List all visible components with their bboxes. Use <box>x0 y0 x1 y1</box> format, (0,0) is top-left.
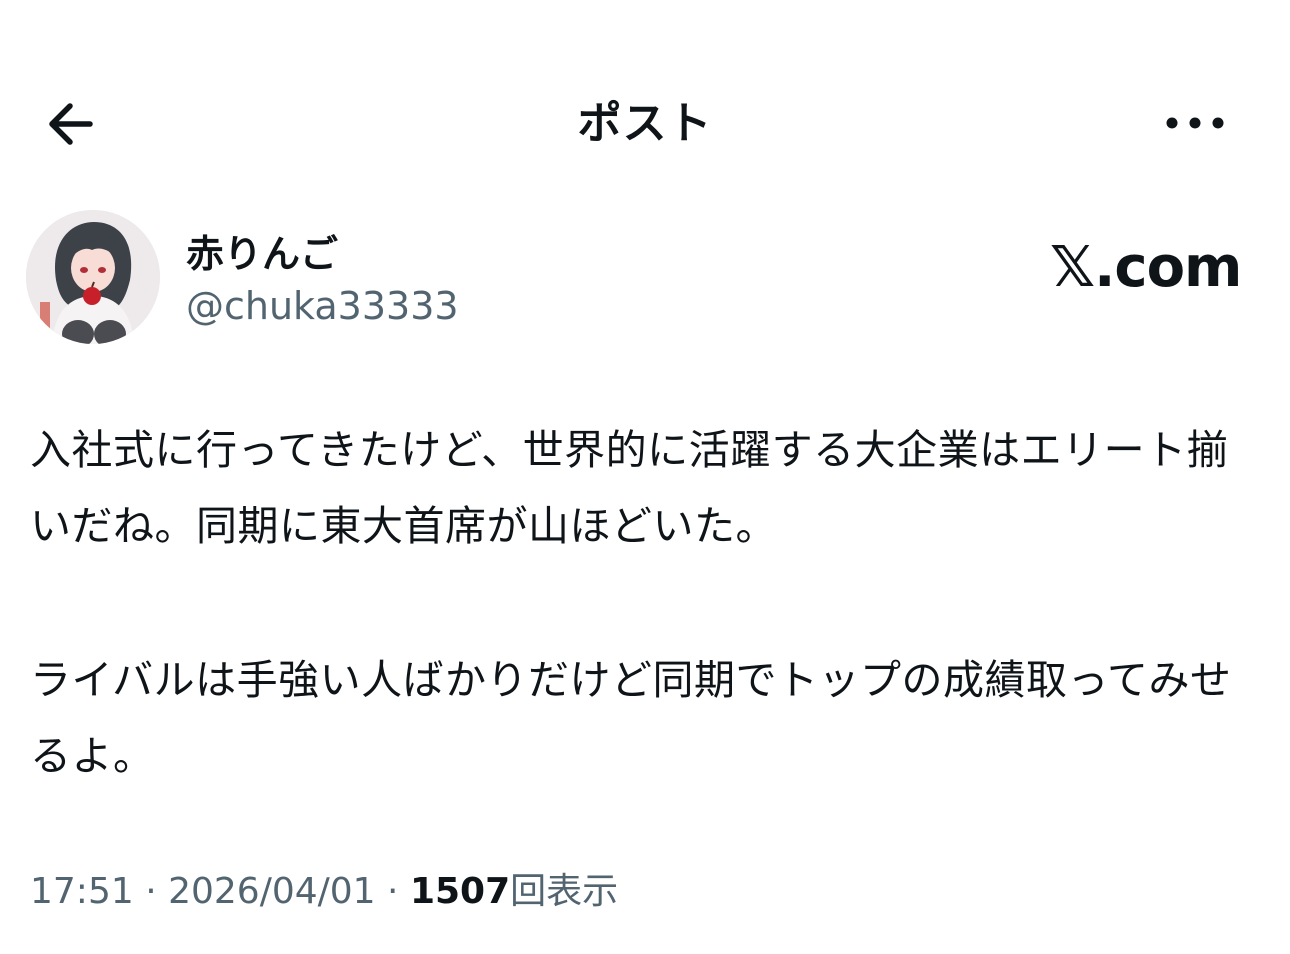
more-options-button[interactable] <box>1160 100 1230 146</box>
post-date[interactable]: 2026/04/01 <box>168 871 376 912</box>
anime-girl-avatar-image <box>26 210 160 344</box>
post-paragraph: ライバルは手強い人ばかりだけど同期でトップの成績取ってみせるよ。 <box>30 656 1232 780</box>
views-count[interactable]: 1507 <box>410 871 510 912</box>
page-title: ポスト <box>577 98 713 149</box>
meta-separator: · <box>133 871 169 912</box>
post-time[interactable]: 17:51 <box>30 871 134 912</box>
top-bar: ポスト <box>0 0 1290 200</box>
post-author: 赤りんご @chuka33333 𝕏.com <box>26 210 1266 350</box>
more-horizontal-icon <box>1166 117 1224 129</box>
avatar[interactable] <box>26 210 160 344</box>
x-com-logo: 𝕏.com <box>1050 235 1242 300</box>
user-handle[interactable]: @chuka33333 <box>186 282 459 330</box>
display-name[interactable]: 赤りんご <box>186 230 338 278</box>
meta-separator: · <box>375 871 410 912</box>
post-metadata: 17:51 · 2026/04/01 · 1507回表示 <box>30 866 618 918</box>
post-text: 入社式に行ってきたけど、世界的に活躍する大企業はエリート揃いだね。同期に東大首席… <box>30 412 1260 872</box>
post-paragraph: 入社式に行ってきたけど、世界的に活躍する大企業はエリート揃いだね。同期に東大首席… <box>30 426 1229 550</box>
views-label: 回表示 <box>510 871 619 912</box>
